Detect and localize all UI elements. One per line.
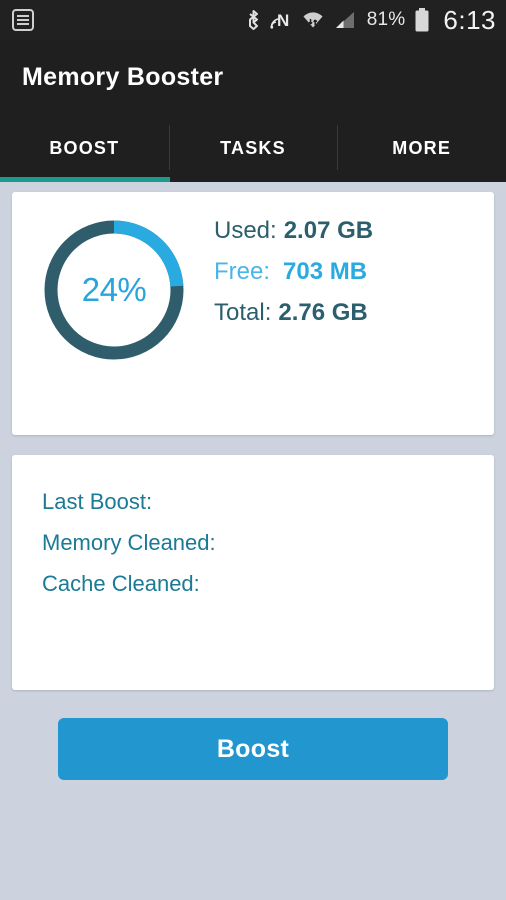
list-icon [12,9,34,31]
memory-used-label: Used: [214,217,277,244]
status-bar-right: N 81% 6:13 [246,5,496,36]
cache-cleaned-row: Cache Cleaned: [42,571,216,612]
memory-stats-list: Used: 2.07 GB Free: 703 MB Total: 2.76 G… [214,217,373,340]
tab-more[interactable]: MORE [337,115,506,182]
svg-text:N: N [277,11,289,30]
cellular-signal-icon [335,12,354,28]
last-boost-label: Last Boost: [42,489,153,514]
memory-usage-donut-chart: 24% [38,214,190,366]
title-bar: Memory Booster [0,40,506,115]
wifi-icon [303,12,323,28]
boost-button[interactable]: Boost [58,718,448,780]
last-boost-row: Last Boost: [42,489,216,530]
memory-row-total: Total: 2.76 GB [214,299,373,340]
tab-more-label: MORE [392,138,452,158]
memory-cleaned-row: Memory Cleaned: [42,530,216,571]
active-tab-indicator [0,177,170,182]
memory-percent-label: 24% [81,271,147,308]
memory-free-value: 703 MB [283,258,368,285]
memory-row-used: Used: 2.07 GB [214,217,373,258]
status-bar: N 81% 6:13 [0,0,506,40]
bluetooth-icon [248,10,258,30]
memory-row-free: Free: 703 MB [214,258,373,299]
battery-icon [415,8,429,32]
memory-cleaned-label: Memory Cleaned: [42,530,216,555]
memory-free-label: Free: [214,258,271,285]
boost-history-list: Last Boost: Memory Cleaned: Cache Cleane… [42,489,216,612]
battery-percent-label: 81% [366,9,406,30]
tab-boost-label: BOOST [49,138,120,158]
memory-card: 24% Used: 2.07 GB Free: 703 MB Total: 2.… [12,192,494,435]
tab-bar: BOOST TASKS MORE [0,115,506,182]
memory-used-value: 2.07 GB [283,217,374,244]
cache-cleaned-label: Cache Cleaned: [42,571,200,596]
page-title: Memory Booster [22,63,224,91]
status-bar-left [12,9,34,31]
tab-tasks[interactable]: TASKS [168,115,338,182]
memory-total-label: Total: [214,299,272,326]
app-root: N 81% 6:13 Memory Booster BOOST TASKS MO… [0,0,506,900]
memory-total-value: 2.76 GB [278,299,368,326]
boost-history-card: Last Boost: Memory Cleaned: Cache Cleane… [12,455,494,690]
nfc-icon: N [270,11,289,30]
tab-boost[interactable]: BOOST [0,115,169,182]
tab-tasks-label: TASKS [220,138,286,158]
clock-label: 6:13 [443,4,496,35]
